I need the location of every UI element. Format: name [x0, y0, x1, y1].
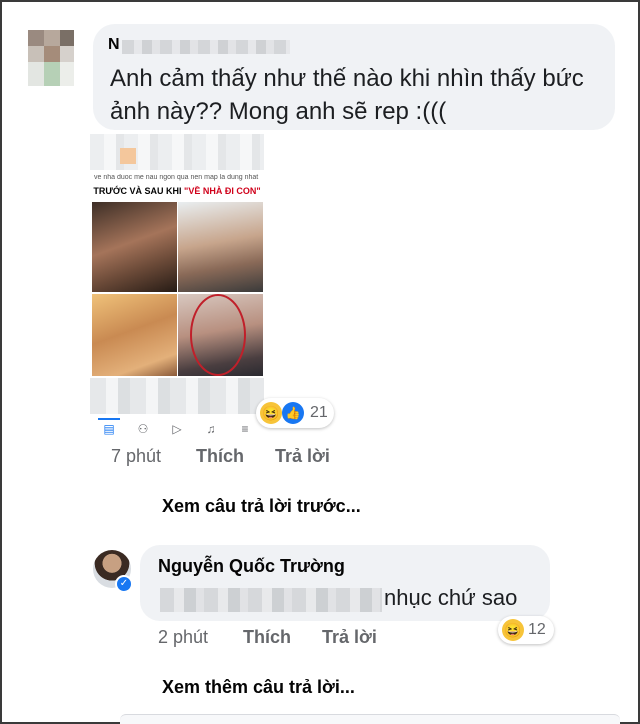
blurred-author-name: [122, 40, 290, 54]
blurred-header: [90, 134, 264, 170]
reaction-count: 12: [528, 621, 546, 638]
like-icon: 👍: [282, 402, 304, 424]
attachment-title: TRƯỚC VÀ SAU KHI "VỀ NHÀ ĐI CON": [93, 186, 261, 196]
comment-text: Anh cảm thấy như thế nào khi nhìn thấy b…: [110, 65, 584, 125]
blurred-footer: [90, 378, 264, 414]
comment-author-initial[interactable]: N: [108, 36, 120, 54]
haha-emoji-icon: 😆: [260, 402, 282, 424]
reaction-summary[interactable]: 😆 12: [498, 616, 554, 644]
friends-icon: ⚇: [137, 422, 149, 436]
comment-attachment-image[interactable]: ve nha duoc me nau ngon qua nen map la d…: [90, 134, 264, 416]
comment-timestamp[interactable]: 7 phút: [111, 446, 161, 467]
reply-author-name[interactable]: Nguyễn Quốc Trường: [158, 556, 345, 577]
watch-icon: ▷: [172, 422, 182, 436]
news-feed-icon: ▤: [103, 422, 115, 436]
notifications-icon: ♫: [206, 422, 216, 436]
photo-after-1: [178, 202, 263, 292]
view-previous-replies-link[interactable]: Xem câu trả lời trước...: [162, 496, 361, 517]
like-button[interactable]: Thích: [243, 627, 291, 648]
red-circle-highlight: [190, 294, 246, 376]
reply-timestamp[interactable]: 2 phút: [158, 627, 208, 648]
attachment-caption: ve nha duoc me nau ngon qua nen map la d…: [94, 174, 259, 181]
like-button[interactable]: Thích: [196, 446, 244, 467]
view-more-replies-link[interactable]: Xem thêm câu trả lời...: [162, 677, 355, 698]
next-comment-edge: [120, 714, 620, 724]
active-tab-indicator: [98, 418, 120, 420]
reply-text: nhục chứ sao: [384, 585, 518, 610]
photo-before-2: [92, 294, 177, 376]
reply-button[interactable]: Trả lời: [322, 627, 377, 648]
photo-before-1: [92, 202, 177, 292]
avatar[interactable]: [28, 30, 74, 86]
attachment-tab-bar: ▤ ⚇ ▷ ♫ ≡: [90, 418, 264, 442]
reaction-summary[interactable]: 😆 👍 21: [256, 398, 334, 428]
blurred-reply-text: [160, 588, 382, 612]
menu-icon: ≡: [241, 422, 249, 436]
reaction-count: 21: [310, 404, 328, 421]
blurred-avatar: [120, 148, 136, 164]
verified-badge-icon: ✓: [115, 575, 133, 593]
haha-emoji-icon: 😆: [502, 619, 524, 641]
reply-button[interactable]: Trả lời: [275, 446, 330, 467]
